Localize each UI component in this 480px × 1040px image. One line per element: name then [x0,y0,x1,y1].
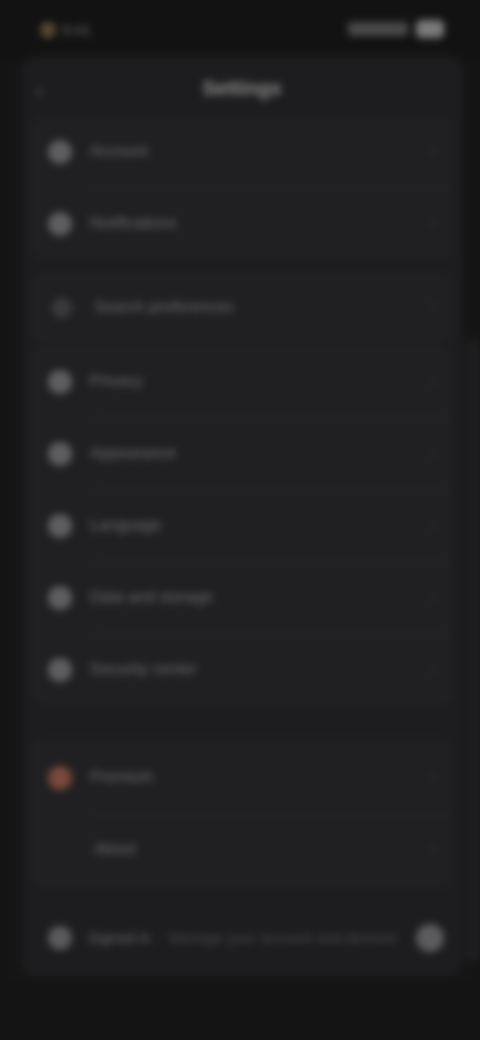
settings-item-security[interactable]: Security center › [32,634,452,706]
footer-subtext: Manage your account and devices [168,929,398,947]
status-time: 9:41 [62,22,92,39]
user-icon [48,140,72,164]
settings-item-about[interactable]: About › [32,814,452,886]
settings-group-search: Search preferences › [32,272,452,344]
more-icon[interactable] [416,924,444,952]
settings-group-account: Account › Notifications › [32,116,452,260]
chevron-right-icon: › [430,298,436,315]
bell-icon [48,212,72,236]
status-indicator-icon [40,22,56,38]
settings-item-label: Search preferences [94,299,234,316]
bottom-bar [0,980,480,1040]
chevron-right-icon: › [430,372,436,389]
settings-item-label: Notifications [90,215,178,232]
avatar [48,926,72,950]
settings-item-premium[interactable]: Premium › [32,742,452,814]
settings-item-search[interactable]: Search preferences › [32,272,452,344]
settings-item-label: Data and storage [90,589,213,606]
settings-item-label: Premium [90,769,155,786]
search-icon [52,298,72,318]
settings-item-label: Account [90,143,148,160]
settings-item-label: Appearance [90,445,177,462]
globe-icon [48,514,72,538]
settings-item-storage[interactable]: Data and storage › [32,562,452,634]
battery-icon [416,20,444,38]
settings-panel: ‹ Settings Account › Notifications › Sea… [22,56,462,976]
page-title: Settings [202,78,282,100]
settings-screen: 9:41 ‹ Settings Account › Notifications … [0,0,480,1040]
chevron-right-icon: › [430,444,436,461]
shield-icon [48,658,72,682]
star-icon [48,766,72,790]
info-icon [52,840,72,860]
chevron-right-icon: › [430,516,436,533]
chevron-right-icon: › [430,588,436,605]
status-icons [348,20,444,38]
chevron-right-icon: › [430,142,436,159]
storage-icon [48,586,72,610]
account-footer[interactable]: Signed in Manage your account and device… [32,918,452,958]
settings-group-premium: Premium › About › [32,738,452,888]
chevron-right-icon: › [430,840,436,857]
scrollbar[interactable] [466,340,480,960]
chevron-right-icon: › [430,214,436,231]
settings-item-label: About [94,841,136,858]
lock-icon [48,370,72,394]
settings-group-general: Privacy › Appearance › Language › Data a… [32,346,452,706]
settings-item-language[interactable]: Language › [32,490,452,562]
settings-item-label: Privacy [90,373,143,390]
settings-item-account[interactable]: Account › [32,116,452,188]
palette-icon [48,442,72,466]
settings-item-privacy[interactable]: Privacy › [32,346,452,418]
signal-icon [348,22,408,36]
settings-item-notifications[interactable]: Notifications › [32,188,452,260]
status-bar: 9:41 [0,0,480,60]
chevron-right-icon: › [430,660,436,677]
chevron-right-icon: › [430,768,436,785]
settings-item-appearance[interactable]: Appearance › [32,418,452,490]
settings-item-label: Language [90,517,162,534]
footer-label: Signed in [88,929,151,947]
settings-item-label: Security center [90,661,197,678]
